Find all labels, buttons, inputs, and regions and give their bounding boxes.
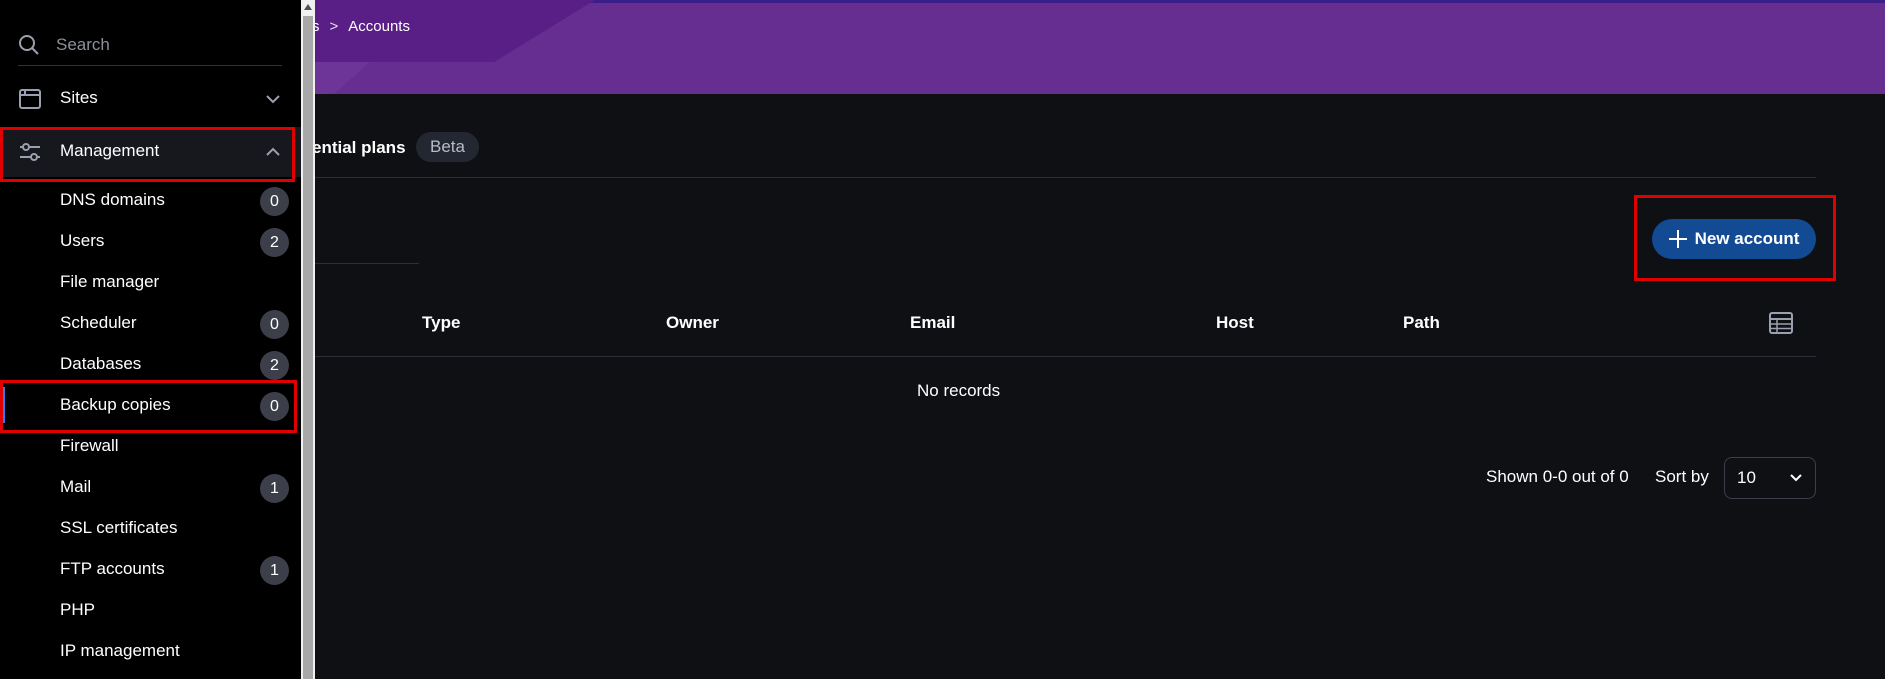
sidebar-item-ftp-accounts[interactable]: FTP accounts 1 (0, 549, 301, 589)
sidebar-item-php[interactable]: PHP (0, 590, 301, 630)
search-icon (19, 35, 39, 55)
column-host[interactable]: Host (1216, 313, 1254, 333)
count-badge: 0 (260, 310, 289, 339)
column-email[interactable]: Email (910, 313, 955, 333)
sidebar-item-file-manager[interactable]: File manager (0, 262, 301, 302)
tab-plans[interactable]: ential plans (312, 138, 406, 158)
sidebar-item-backup-copies[interactable]: Backup copies 0 (0, 385, 301, 425)
sidebar-item-label: Firewall (60, 436, 119, 455)
sidebar-item-label: Databases (60, 354, 142, 373)
empty-state-text: No records (917, 381, 1001, 400)
sidebar-item-management[interactable]: Management (0, 127, 301, 177)
sidebar-item-scheduler[interactable]: Scheduler 0 (0, 303, 301, 343)
sidebar-item-ip-management[interactable]: IP management (0, 631, 301, 671)
sidebar-item-dns-domains[interactable]: DNS domains 0 (0, 180, 301, 220)
accounts-table-header: Type Owner Email Host Path (312, 304, 1816, 357)
sidebar-item-users[interactable]: Users 2 (0, 221, 301, 261)
new-account-label: New account (1694, 229, 1800, 248)
sidebar-item-ssl-certificates[interactable]: SSL certificates (0, 508, 301, 548)
sidebar-item-firewall[interactable]: Firewall (0, 426, 301, 466)
sidebar-scrollbar[interactable] (301, 0, 315, 679)
sidebar-item-label: PHP (60, 600, 95, 619)
count-badge: 2 (260, 351, 289, 380)
table-columns-icon[interactable] (1769, 312, 1793, 334)
sidebar-item-label: SSL certificates (60, 518, 178, 537)
chevron-up-icon (266, 147, 280, 156)
sidebar-item-sites[interactable]: Sites (0, 74, 301, 124)
count-badge: 1 (260, 556, 289, 585)
sidebar-item-databases[interactable]: Databases 2 (0, 344, 301, 384)
count-badge: 0 (260, 187, 289, 216)
sidebar-item-label: DNS domains (60, 190, 165, 209)
count-badge: 1 (260, 474, 289, 503)
sidebar-item-label: IP management (60, 641, 180, 660)
chevron-down-icon (1790, 474, 1802, 482)
sliders-icon (20, 143, 40, 161)
chevron-down-icon (266, 95, 280, 104)
sidebar-item-label: Scheduler (60, 313, 137, 332)
breadcrumb-current: Accounts (348, 18, 410, 35)
active-tab-underline (312, 263, 419, 264)
column-owner[interactable]: Owner (666, 313, 719, 333)
sidebar-search (18, 25, 282, 66)
sidebar-item-label: Management (60, 141, 160, 160)
sidebar-item-label: FTP accounts (60, 559, 165, 578)
breadcrumb-separator: > (329, 18, 339, 35)
plus-icon (1668, 230, 1687, 248)
count-badge: 0 (260, 392, 289, 421)
per-page-value: 10 (1737, 468, 1756, 487)
breadcrumb: s > Accounts (312, 18, 410, 35)
new-account-button[interactable]: New account (1652, 219, 1816, 259)
search-input[interactable] (56, 35, 256, 55)
browser-window-icon (19, 89, 41, 109)
beta-badge: Beta (416, 132, 479, 162)
count-badge: 2 (260, 228, 289, 257)
scroll-up-arrow-icon[interactable] (304, 4, 312, 10)
scrollbar-thumb[interactable] (303, 16, 313, 679)
sidebar-item-label: Backup copies (60, 395, 171, 414)
sidebar-item-mail[interactable]: Mail 1 (0, 467, 301, 507)
sort-by-label: Sort by (1655, 467, 1709, 486)
sidebar-item-label: File manager (60, 272, 160, 291)
tabs-row: ential plans Beta (312, 132, 1816, 178)
pagination-summary: Shown 0-0 out of 0 (1486, 467, 1629, 486)
per-page-select[interactable]: 10 (1724, 457, 1816, 499)
active-indicator (2, 387, 5, 423)
sidebar: Sites Management DNS domains 0 Users 2 F… (0, 0, 301, 679)
sidebar-item-label: Users (60, 231, 105, 250)
sidebar-item-label: Sites (60, 88, 98, 107)
column-type[interactable]: Type (422, 313, 460, 333)
column-path[interactable]: Path (1403, 313, 1440, 333)
sidebar-item-label: Mail (60, 477, 92, 496)
